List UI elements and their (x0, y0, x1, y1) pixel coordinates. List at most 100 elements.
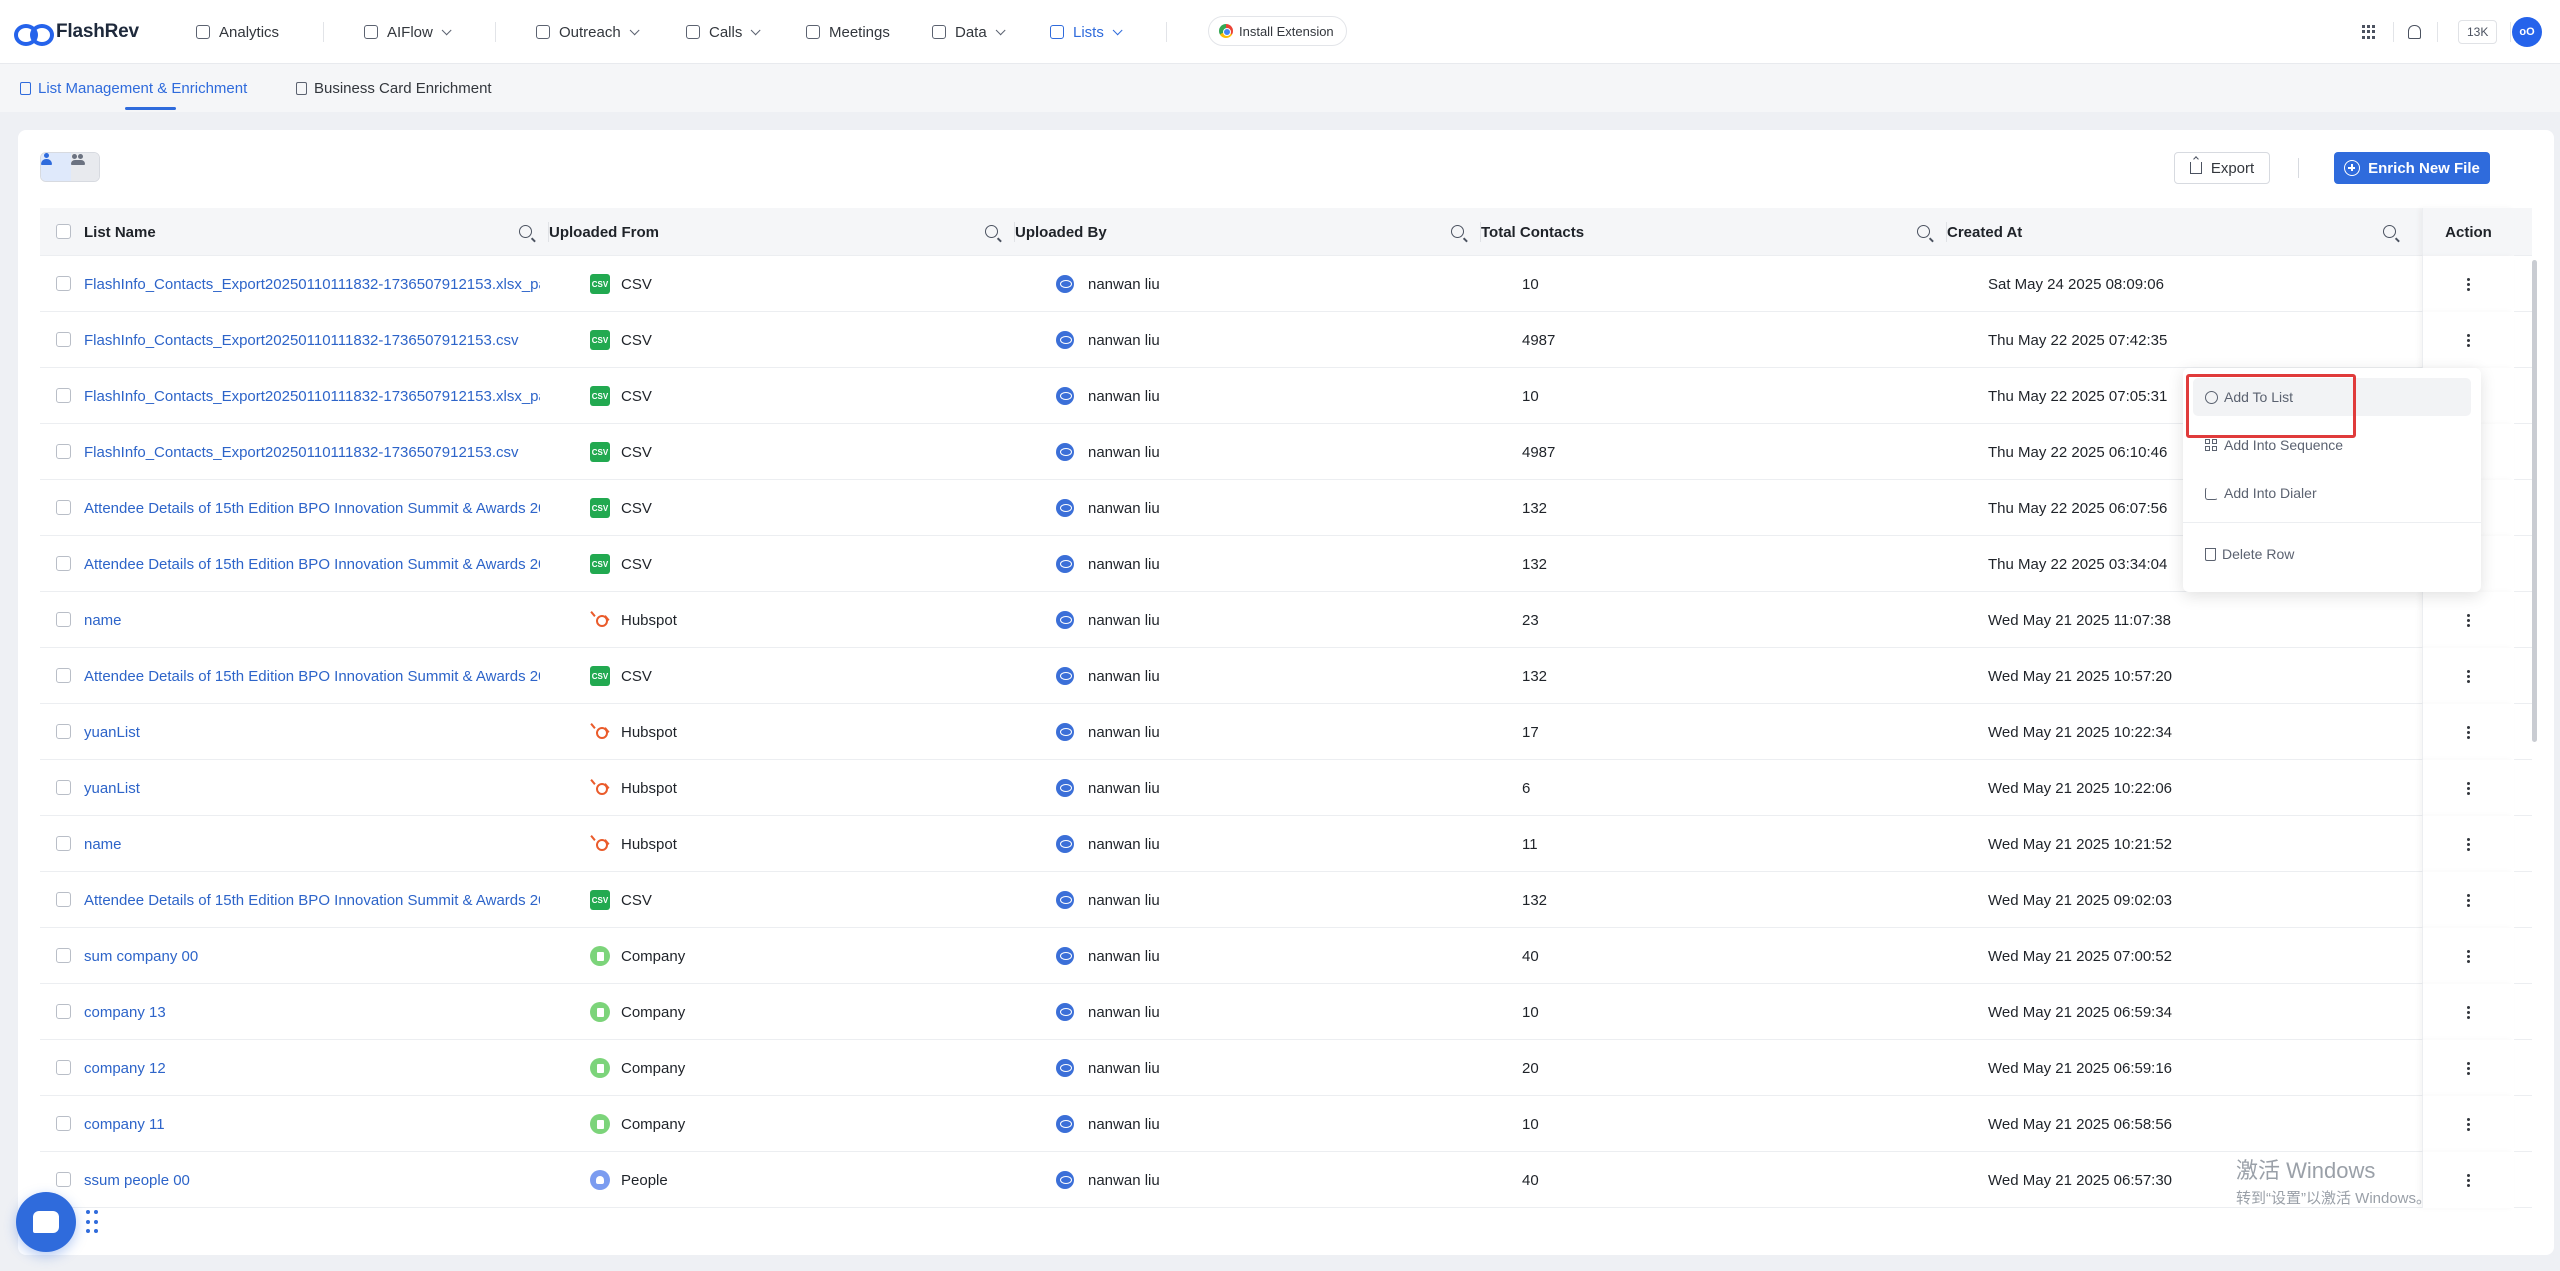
menu-add-into-dialer[interactable]: Add Into Dialer (2193, 474, 2471, 512)
search-icon[interactable] (1917, 225, 1930, 238)
menu-delete-row[interactable]: Delete Row (2193, 535, 2471, 573)
row-checkbox[interactable] (56, 1172, 71, 1187)
row-action-button[interactable] (2422, 928, 2514, 984)
apps-button[interactable] (2362, 0, 2376, 64)
table-row[interactable]: FlashInfo_Contacts_Export20250110111832-… (40, 368, 2532, 424)
list-name-link[interactable]: FlashInfo_Contacts_Export20250110111832-… (84, 424, 540, 480)
people-view-button[interactable] (71, 153, 99, 181)
search-icon[interactable] (519, 225, 532, 238)
row-checkbox[interactable] (56, 1116, 71, 1131)
row-action-button[interactable] (2422, 312, 2514, 368)
row-checkbox[interactable] (56, 332, 71, 347)
person-view-button[interactable] (41, 153, 71, 181)
row-checkbox[interactable] (56, 388, 71, 403)
nav-meetings[interactable]: Meetings (806, 0, 890, 64)
row-action-button[interactable] (2422, 872, 2514, 928)
table-row[interactable]: yuanList Hubspot nanwan liu 6 Wed May 21 202… (40, 760, 2532, 816)
table-row[interactable]: company 12 Company nanwan liu 20 Wed May 21 … (40, 1040, 2532, 1096)
row-checkbox[interactable] (56, 1060, 71, 1075)
credits-badge[interactable]: 13K (2458, 20, 2498, 44)
row-action-button[interactable] (2422, 592, 2514, 648)
table-row[interactable]: yuanList Hubspot nanwan liu 17 Wed May 21 20… (40, 704, 2532, 760)
table-row[interactable]: Attendee Details of 15th Edition BPO Inn… (40, 480, 2532, 536)
search-icon[interactable] (1451, 225, 1464, 238)
drag-handle-icon[interactable] (86, 1210, 98, 1236)
table-row[interactable]: FlashInfo_Contacts_Export20250110111832-… (40, 256, 2532, 312)
list-name-link[interactable]: Attendee Details of 15th Edition BPO Inn… (84, 536, 540, 592)
row-action-button[interactable] (2422, 760, 2514, 816)
table-row[interactable]: FlashInfo_Contacts_Export20250110111832-… (40, 312, 2532, 368)
list-name-link[interactable]: FlashInfo_Contacts_Export20250110111832-… (84, 312, 540, 368)
user-avatar-icon (1056, 947, 1074, 965)
company-icon (590, 1002, 610, 1022)
enrich-new-file-button[interactable]: Enrich New File (2334, 152, 2490, 184)
list-name-link[interactable]: Attendee Details of 15th Edition BPO Inn… (84, 872, 540, 928)
uploaded-from-cell: CSV CSV (590, 554, 652, 574)
row-checkbox[interactable] (56, 668, 71, 683)
table-row[interactable]: FlashInfo_Contacts_Export20250110111832-… (40, 424, 2532, 480)
table-scrollbar[interactable] (2532, 260, 2537, 742)
list-name-link[interactable]: name (84, 592, 540, 648)
search-icon[interactable] (2383, 225, 2396, 238)
uploaded-by-cell: nanwan liu (1056, 648, 1456, 704)
nav-calls[interactable]: Calls (686, 0, 761, 64)
export-button[interactable]: Export (2174, 152, 2270, 184)
nav-outreach[interactable]: Outreach (536, 0, 640, 64)
list-name-link[interactable]: yuanList (84, 760, 540, 816)
row-checkbox[interactable] (56, 276, 71, 291)
row-action-button[interactable] (2422, 256, 2514, 312)
view-toggle[interactable] (40, 152, 100, 182)
row-checkbox[interactable] (56, 724, 71, 739)
csv-icon: CSV (590, 330, 610, 350)
table-row[interactable]: Attendee Details of 15th Edition BPO Inn… (40, 872, 2532, 928)
table-row[interactable]: Attendee Details of 15th Edition BPO Inn… (40, 648, 2532, 704)
row-checkbox[interactable] (56, 444, 71, 459)
table-row[interactable]: Attendee Details of 15th Edition BPO Inn… (40, 536, 2532, 592)
install-extension-button[interactable]: Install Extension (1208, 16, 1347, 46)
row-action-button[interactable] (2422, 1040, 2514, 1096)
row-action-button[interactable] (2422, 984, 2514, 1040)
list-name-link[interactable]: company 13 (84, 984, 540, 1040)
row-checkbox[interactable] (56, 836, 71, 851)
nav-analytics[interactable]: Analytics (196, 0, 279, 64)
list-name-link[interactable]: company 11 (84, 1096, 540, 1152)
table-row[interactable]: name Hubspot nanwan liu 23 Wed May 21 2025 1… (40, 592, 2532, 648)
row-checkbox[interactable] (56, 948, 71, 963)
tab-business-card[interactable]: Business Card Enrichment (296, 64, 492, 112)
row-action-button[interactable] (2422, 1152, 2514, 1208)
list-name-link[interactable]: Attendee Details of 15th Edition BPO Inn… (84, 480, 540, 536)
nav-data[interactable]: Data (932, 0, 1006, 64)
list-name-link[interactable]: sum company 00 (84, 928, 540, 984)
row-action-button[interactable] (2422, 816, 2514, 872)
row-checkbox[interactable] (56, 1004, 71, 1019)
list-name-link[interactable]: FlashInfo_Contacts_Export20250110111832-… (84, 368, 540, 424)
row-checkbox[interactable] (56, 780, 71, 795)
user-avatar[interactable]: oO (2512, 17, 2542, 47)
chat-widget-button[interactable] (16, 1192, 76, 1252)
notifications-button[interactable] (2408, 0, 2421, 64)
logo[interactable]: FlashRev (14, 21, 194, 46)
row-action-button[interactable] (2422, 704, 2514, 760)
table-row[interactable]: company 11 Company nanwan liu 10 Wed May 21 … (40, 1096, 2532, 1152)
list-name-link[interactable]: Attendee Details of 15th Edition BPO Inn… (84, 648, 540, 704)
table-row[interactable]: name Hubspot nanwan liu 11 Wed May 21 2025 1… (40, 816, 2532, 872)
list-name-link[interactable]: yuanList (84, 704, 540, 760)
list-name-link[interactable]: name (84, 816, 540, 872)
table-row[interactable]: company 13 Company nanwan liu 10 Wed May 21 … (40, 984, 2532, 1040)
list-name-link[interactable]: FlashInfo_Contacts_Export20250110111832-… (84, 256, 540, 312)
nav-aiflow[interactable]: AIFlow (364, 0, 452, 64)
list-name-link[interactable]: company 12 (84, 1040, 540, 1096)
tab-list-management[interactable]: List Management & Enrichment (20, 64, 247, 112)
row-checkbox[interactable] (56, 500, 71, 515)
table-row[interactable]: sum company 00 Company nanwan liu 40 Wed May… (40, 928, 2532, 984)
row-action-button[interactable] (2422, 1096, 2514, 1152)
select-all-checkbox[interactable] (56, 224, 71, 239)
row-checkbox[interactable] (56, 892, 71, 907)
row-action-button[interactable] (2422, 648, 2514, 704)
row-checkbox[interactable] (56, 556, 71, 571)
search-icon[interactable] (985, 225, 998, 238)
list-name-link[interactable]: ssum people 00 (84, 1152, 540, 1208)
nav-lists[interactable]: Lists (1050, 0, 1123, 64)
table-row[interactable]: ssum people 00 People nanwan liu 40 Wed May … (40, 1152, 2532, 1208)
row-checkbox[interactable] (56, 612, 71, 627)
